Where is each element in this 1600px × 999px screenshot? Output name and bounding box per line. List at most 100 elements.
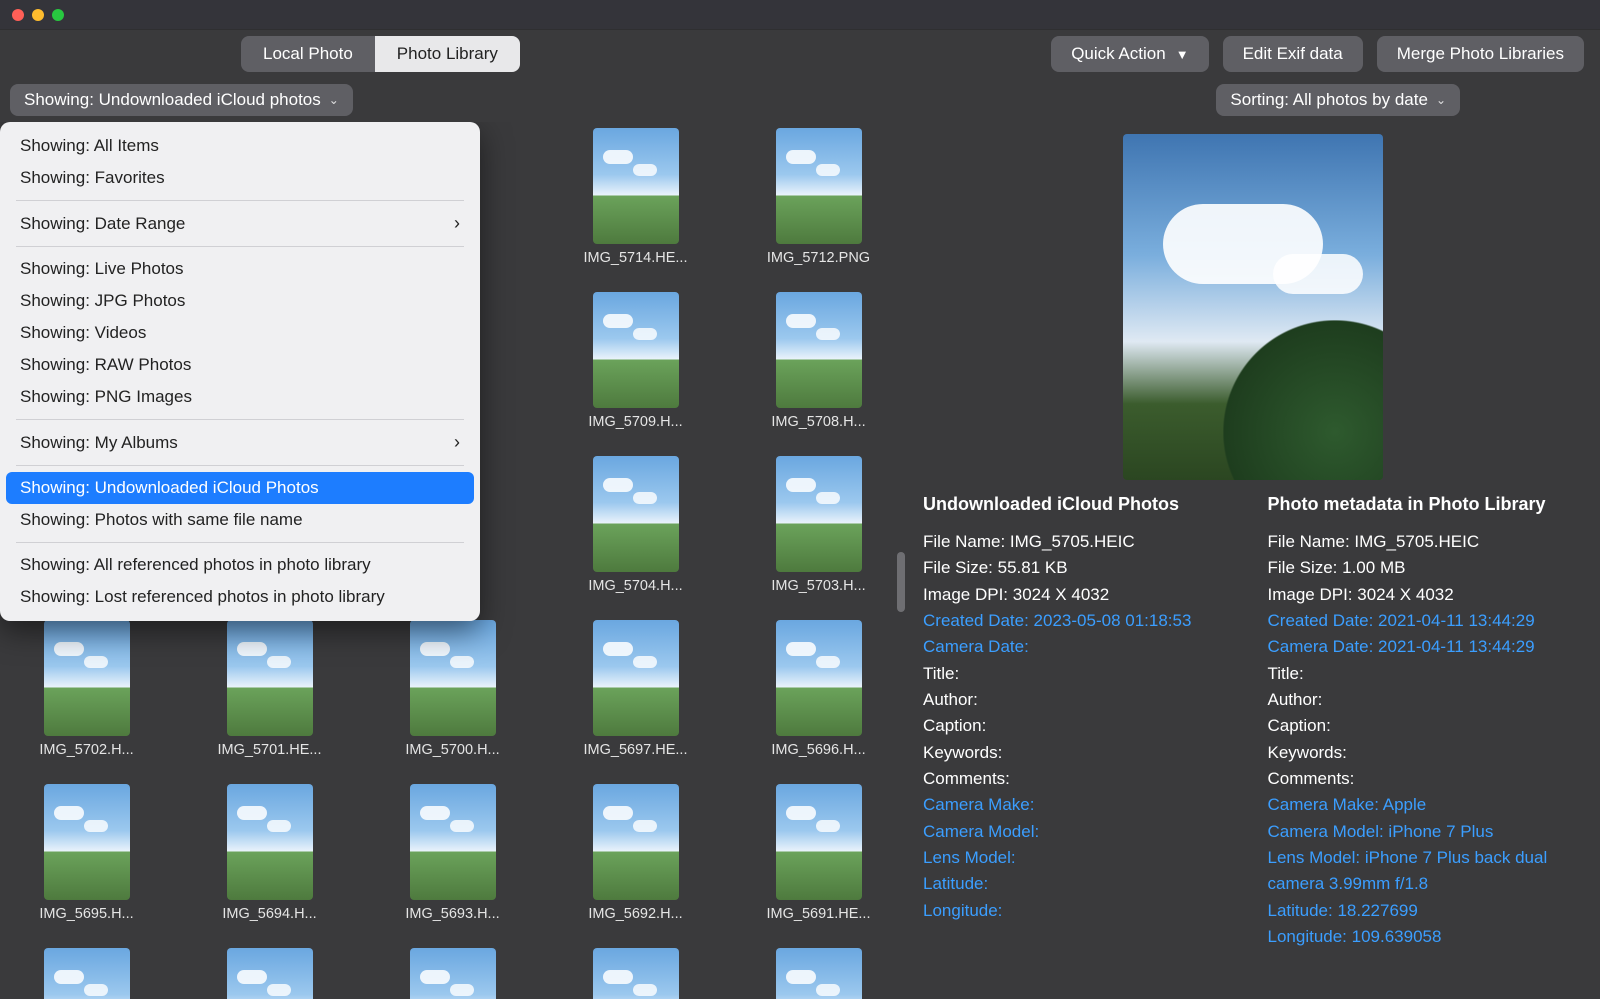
meta-row: Camera Make: bbox=[923, 792, 1238, 818]
thumbnail-cell[interactable]: IMG_5709.H... bbox=[559, 292, 712, 430]
meta-row: Keywords: bbox=[1268, 740, 1583, 766]
menu-item[interactable]: Showing: Date Range› bbox=[6, 207, 474, 240]
thumbnail-caption: IMG_5695.H... bbox=[39, 906, 133, 922]
meta-row: Image DPI: 3024 X 4032 bbox=[1268, 582, 1583, 608]
menu-item[interactable]: Showing: My Albums› bbox=[6, 426, 474, 459]
meta-row: Author: bbox=[1268, 687, 1583, 713]
titlebar bbox=[0, 0, 1600, 30]
menu-item[interactable]: Showing: Photos with same file name bbox=[6, 504, 474, 536]
menu-item[interactable]: Showing: PNG Images bbox=[6, 381, 474, 413]
meta-row: File Size: 55.81 KB bbox=[923, 555, 1238, 581]
scrollbar-thumb[interactable] bbox=[897, 552, 905, 612]
zoom-window-icon[interactable] bbox=[52, 9, 64, 21]
thumbnail-cell[interactable]: IMG_5684.H... bbox=[742, 948, 895, 999]
thumbnail-cell[interactable]: IMG_5692.H... bbox=[559, 784, 712, 922]
meta-row: Created Date: 2023-05-08 01:18:53 bbox=[923, 608, 1238, 634]
menu-item[interactable]: Showing: All Items bbox=[6, 130, 474, 162]
showing-menu: Showing: All ItemsShowing: Favorites Show… bbox=[0, 122, 480, 621]
thumbnail-cell[interactable]: IMG_5697.HE... bbox=[559, 620, 712, 758]
meta-row: Longitude: 109.639058 bbox=[1268, 924, 1583, 950]
thumbnail-caption: IMG_5691.HE... bbox=[767, 906, 871, 922]
chevron-down-icon: ▼ bbox=[1176, 47, 1189, 62]
thumbnail-cell[interactable]: IMG_5685.H... bbox=[559, 948, 712, 999]
menu-item[interactable]: Showing: JPG Photos bbox=[6, 285, 474, 317]
meta-row: Author: bbox=[923, 687, 1238, 713]
thumbnail-cell[interactable]: IMG_5688.H... bbox=[193, 948, 346, 999]
meta-row: Keywords: bbox=[923, 740, 1238, 766]
minimize-window-icon[interactable] bbox=[32, 9, 44, 21]
thumbnail-cell[interactable]: IMG_5702.H... bbox=[10, 620, 163, 758]
menu-item[interactable]: Showing: Favorites bbox=[6, 162, 474, 194]
meta-row: Longitude: bbox=[923, 898, 1238, 924]
meta-row: Comments: bbox=[923, 766, 1238, 792]
meta-row: Created Date: 2021-04-11 13:44:29 bbox=[1268, 608, 1583, 634]
preview-image bbox=[923, 134, 1582, 480]
meta-row: Comments: bbox=[1268, 766, 1583, 792]
chevron-down-icon: ⌄ bbox=[1436, 93, 1446, 107]
thumbnail-caption: IMG_5692.H... bbox=[588, 906, 682, 922]
chevron-right-icon: › bbox=[454, 432, 460, 453]
thumbnail-caption: IMG_5712.PNG bbox=[767, 250, 870, 266]
thumbnail-cell[interactable]: IMG_5701.HE... bbox=[193, 620, 346, 758]
thumbnail-cell[interactable]: IMG_5694.H... bbox=[193, 784, 346, 922]
thumbnail-cell[interactable]: IMG_5690.H... bbox=[10, 948, 163, 999]
tab-local-photo[interactable]: Local Photo bbox=[241, 36, 375, 72]
meta-row: Title: bbox=[1268, 661, 1583, 687]
thumbnail-caption: IMG_5704.H... bbox=[588, 578, 682, 594]
meta-row: File Name: IMG_5705.HEIC bbox=[1268, 529, 1583, 555]
close-window-icon[interactable] bbox=[12, 9, 24, 21]
meta-row: File Name: IMG_5705.HEIC bbox=[923, 529, 1238, 555]
thumbnail-cell[interactable]: IMG_5708.H... bbox=[742, 292, 895, 430]
meta-row: Camera Model: iPhone 7 Plus bbox=[1268, 819, 1583, 845]
merge-libraries-button[interactable]: Merge Photo Libraries bbox=[1377, 36, 1584, 72]
thumbnail-grid-pane: xxxIMG_5714.HE...IMG_5712.PNGxxxIMG_5709… bbox=[0, 122, 905, 999]
filter-bar: Showing: Undownloaded iCloud photos⌄ Sor… bbox=[0, 78, 1600, 122]
meta-row: Camera Date: 2021-04-11 13:44:29 bbox=[1268, 634, 1583, 660]
view-segment: Local Photo Photo Library bbox=[241, 36, 520, 72]
meta-row: Latitude: bbox=[923, 871, 1238, 897]
quick-action-button[interactable]: Quick Action▼ bbox=[1051, 36, 1208, 72]
chevron-down-icon: ⌄ bbox=[329, 93, 339, 107]
thumbnail-cell[interactable]: IMG_5703.H... bbox=[742, 456, 895, 594]
thumbnail-cell[interactable]: IMG_5700.H... bbox=[376, 620, 529, 758]
menu-item[interactable]: Showing: Videos bbox=[6, 317, 474, 349]
menu-item[interactable]: Showing: All referenced photos in photo … bbox=[6, 549, 474, 581]
menu-item[interactable]: Showing: Undownloaded iCloud Photos bbox=[6, 472, 474, 504]
thumbnail-caption: IMG_5697.HE... bbox=[584, 742, 688, 758]
menu-item[interactable]: Showing: RAW Photos bbox=[6, 349, 474, 381]
meta-row: Caption: bbox=[1268, 713, 1583, 739]
meta-row: File Size: 1.00 MB bbox=[1268, 555, 1583, 581]
thumbnail-caption: IMG_5701.HE... bbox=[218, 742, 322, 758]
tab-photo-library[interactable]: Photo Library bbox=[375, 36, 520, 72]
meta-right-title: Photo metadata in Photo Library bbox=[1268, 494, 1583, 515]
thumbnail-cell[interactable]: IMG_5686.H... bbox=[376, 948, 529, 999]
thumbnail-cell[interactable]: IMG_5696.H... bbox=[742, 620, 895, 758]
meta-right: Photo metadata in Photo Library File Nam… bbox=[1268, 494, 1583, 951]
thumbnail-caption: IMG_5703.H... bbox=[771, 578, 865, 594]
meta-row: Lens Model: iPhone 7 Plus back dual came… bbox=[1268, 845, 1583, 898]
showing-dropdown[interactable]: Showing: Undownloaded iCloud photos⌄ bbox=[10, 84, 353, 116]
thumbnail-caption: IMG_5700.H... bbox=[405, 742, 499, 758]
meta-row: Lens Model: bbox=[923, 845, 1238, 871]
thumbnail-cell[interactable]: IMG_5691.HE... bbox=[742, 784, 895, 922]
meta-row: Camera Make: Apple bbox=[1268, 792, 1583, 818]
meta-row: Image DPI: 3024 X 4032 bbox=[923, 582, 1238, 608]
thumbnail-cell[interactable]: IMG_5695.H... bbox=[10, 784, 163, 922]
edit-exif-button[interactable]: Edit Exif data bbox=[1223, 36, 1363, 72]
thumbnail-caption: IMG_5693.H... bbox=[405, 906, 499, 922]
thumbnail-cell[interactable]: IMG_5712.PNG bbox=[742, 128, 895, 266]
thumbnail-cell[interactable]: IMG_5714.HE... bbox=[559, 128, 712, 266]
details-pane: Undownloaded iCloud Photos File Name: IM… bbox=[905, 122, 1600, 999]
thumbnail-caption: IMG_5694.H... bbox=[222, 906, 316, 922]
menu-item[interactable]: Showing: Lost referenced photos in photo… bbox=[6, 581, 474, 613]
thumbnail-cell[interactable]: IMG_5704.H... bbox=[559, 456, 712, 594]
meta-left: Undownloaded iCloud Photos File Name: IM… bbox=[923, 494, 1238, 951]
thumbnail-caption: IMG_5714.HE... bbox=[584, 250, 688, 266]
meta-row: Title: bbox=[923, 661, 1238, 687]
sorting-dropdown[interactable]: Sorting: All photos by date⌄ bbox=[1216, 84, 1460, 116]
thumbnail-caption: IMG_5696.H... bbox=[771, 742, 865, 758]
thumbnail-cell[interactable]: IMG_5693.H... bbox=[376, 784, 529, 922]
thumbnail-caption: IMG_5702.H... bbox=[39, 742, 133, 758]
meta-row: Latitude: 18.227699 bbox=[1268, 898, 1583, 924]
menu-item[interactable]: Showing: Live Photos bbox=[6, 253, 474, 285]
